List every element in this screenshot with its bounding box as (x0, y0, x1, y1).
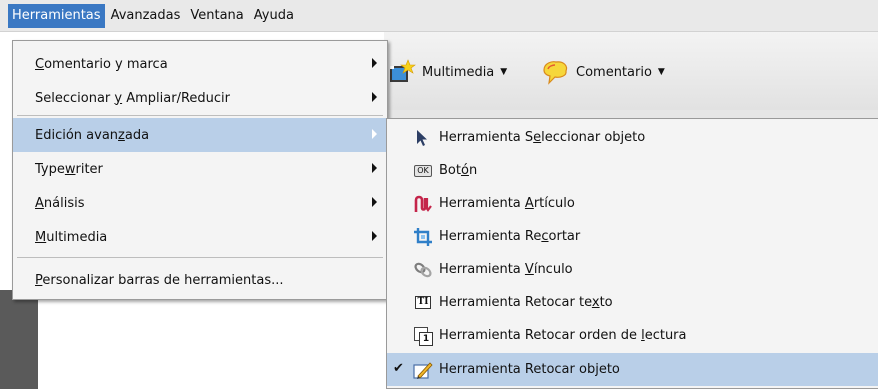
menu-item-typewriter[interactable]: Typewriter (13, 152, 387, 186)
multimedia-icon (388, 58, 416, 86)
submenu-item-label: Herramienta Seleccionar objeto (439, 130, 646, 145)
checkmark-icon: ✔ (393, 361, 404, 376)
reading-order-number: 1 (419, 331, 433, 346)
menubar-herramientas[interactable]: Herramientas (8, 3, 105, 28)
submenu-arrow-icon (372, 92, 377, 102)
submenu-item-label: Herramienta Retocar orden de lectura (439, 328, 687, 343)
submenu-item-label: Botón (439, 163, 478, 178)
submenu-arrow-icon (372, 197, 377, 207)
menu-item-label: Multimedia (35, 229, 108, 245)
menu-item-multimedia[interactable]: Multimedia (13, 220, 387, 254)
touchup-text-icon-label: TI (414, 296, 432, 309)
submenu-item-label: Herramienta Artículo (439, 196, 575, 211)
menu-item-label: Typewriter (35, 161, 103, 177)
chevron-down-icon: ▼ (657, 67, 665, 77)
reading-order-icon: 1 (413, 326, 433, 346)
menu-separator (17, 257, 383, 258)
menu-separator (17, 115, 383, 116)
submenu-item-recortar[interactable]: Herramienta Recortar (387, 220, 878, 253)
menubar-ventana[interactable]: Ventana (186, 4, 247, 28)
menu-item-label: Seleccionar y Ampliar/Reducir (35, 90, 231, 106)
submenu-item-articulo[interactable]: Herramienta Artículo (387, 187, 878, 220)
comentario-toolbar-button[interactable]: Comentario ▼ (540, 58, 665, 86)
submenu-item-retocar-texto[interactable]: TI Herramienta Retocar texto (387, 286, 878, 319)
link-icon (413, 260, 433, 280)
edicion-avanzada-submenu: Herramienta Seleccionar objeto OK Botón … (386, 118, 878, 389)
submenu-arrow-icon (372, 163, 377, 173)
touchup-object-icon (413, 360, 433, 380)
multimedia-toolbar-label: Multimedia (422, 64, 495, 80)
touchup-text-icon: TI (413, 293, 433, 313)
submenu-arrow-icon (372, 231, 377, 241)
ok-button-icon: OK (413, 161, 433, 181)
comentario-toolbar-label: Comentario (576, 64, 652, 80)
submenu-item-label: Herramienta Retocar texto (439, 295, 613, 310)
document-page (38, 290, 398, 389)
multimedia-toolbar-button[interactable]: Multimedia ▼ (388, 58, 507, 86)
menu-item-label: Comentario y marca (35, 56, 168, 72)
toolbar: Multimedia ▼ Comentario ▼ (384, 32, 878, 111)
submenu-arrow-icon (372, 58, 377, 68)
ok-icon-text: OK (414, 164, 432, 177)
article-icon (413, 194, 433, 214)
crop-icon (413, 227, 433, 247)
submenu-item-label: Herramienta Recortar (439, 229, 581, 244)
menu-item-comentario-y-marca[interactable]: Comentario y marca (13, 47, 387, 81)
menubar-ayuda[interactable]: Ayuda (250, 4, 298, 28)
menu-item-seleccionar-ampliar[interactable]: Seleccionar y Ampliar/Reducir (13, 81, 387, 115)
submenu-item-vinculo[interactable]: Herramienta Vínculo (387, 253, 878, 286)
menu-item-personalizar-barras[interactable]: Personalizar barras de herramientas... (13, 263, 387, 297)
submenu-item-label: Herramienta Retocar objeto (439, 362, 620, 377)
submenu-item-retocar-objeto[interactable]: ✔ Herramienta Retocar objeto (387, 353, 878, 386)
menu-item-label: Personalizar barras de herramientas... (35, 272, 284, 288)
submenu-arrow-icon (372, 129, 377, 139)
submenu-item-seleccionar-objeto[interactable]: Herramienta Seleccionar objeto (387, 121, 878, 154)
menu-item-analisis[interactable]: Análisis (13, 186, 387, 220)
herramientas-menu: Comentario y marca Seleccionar y Ampliar… (12, 40, 388, 300)
chevron-down-icon: ▼ (500, 67, 508, 77)
menu-item-label: Edición avanzada (35, 127, 150, 143)
submenu-item-label: Herramienta Vínculo (439, 262, 573, 277)
menu-bar: Herramientas Avanzadas Ventana Ayuda (0, 0, 878, 32)
menubar-avanzadas[interactable]: Avanzadas (107, 4, 185, 28)
menu-item-label: Análisis (35, 195, 85, 211)
menu-item-edicion-avanzada[interactable]: Edición avanzada (13, 118, 387, 152)
pointer-icon (413, 128, 433, 148)
submenu-item-retocar-orden-lectura[interactable]: 1 Herramienta Retocar orden de lectura (387, 319, 878, 352)
comment-icon (540, 58, 570, 86)
submenu-item-boton[interactable]: OK Botón (387, 154, 878, 187)
